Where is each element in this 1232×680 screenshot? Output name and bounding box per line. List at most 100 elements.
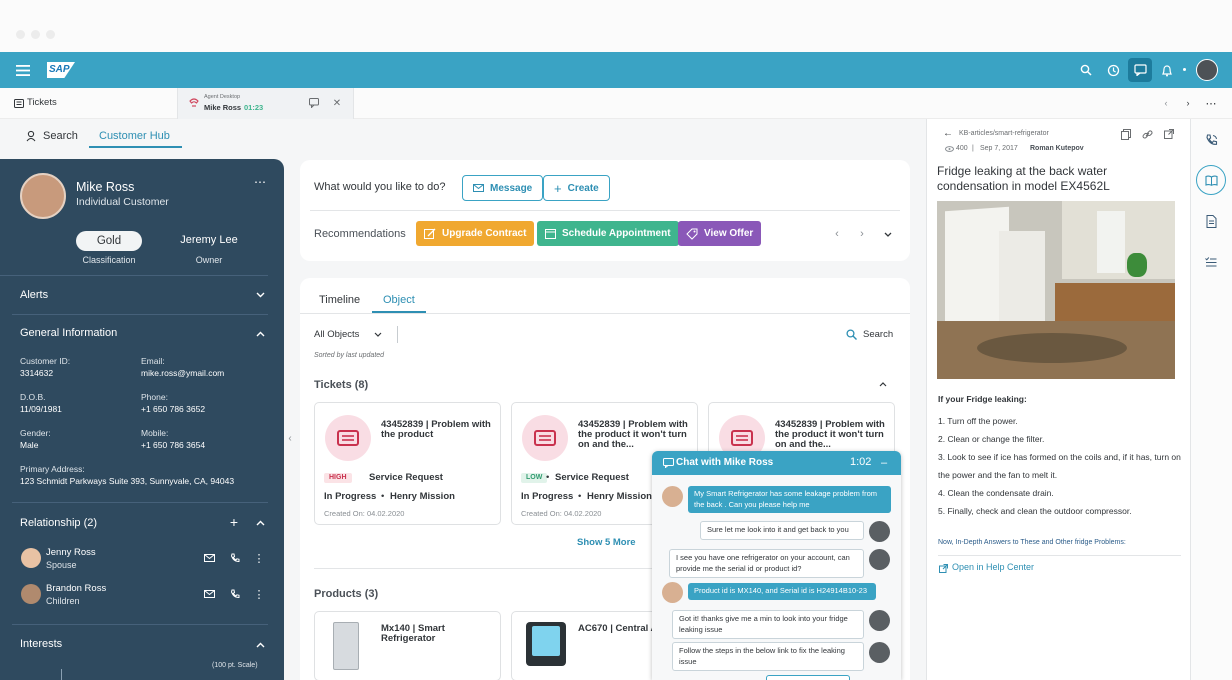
general-info-section-header[interactable]: General Information xyxy=(0,315,268,351)
kb-article-panel: ← KB-articles/smart-refrigerator 400 | S… xyxy=(926,119,1190,680)
upgrade-contract-button[interactable]: Upgrade Contract xyxy=(416,221,535,246)
link-preview[interactable] xyxy=(766,675,850,680)
kb-image-cabinet xyxy=(1055,283,1175,323)
email-value[interactable]: mike.ross@ymail.com xyxy=(141,368,224,378)
product-title: AC670 | Central A... Conditioner Cabi... xyxy=(578,624,658,634)
dob-label: D.O.B. xyxy=(20,392,46,402)
chevron-left-icon[interactable]: ‹ xyxy=(1160,97,1172,109)
customer-id-value: 3314632 xyxy=(20,368,54,378)
chevron-down-icon[interactable] xyxy=(882,229,894,239)
ticket-icon xyxy=(522,415,568,461)
document-icon[interactable] xyxy=(1196,206,1226,236)
chat-icon[interactable] xyxy=(308,97,320,109)
chevron-down-icon xyxy=(254,289,266,301)
minimize-icon[interactable]: – xyxy=(879,457,889,469)
tab-object[interactable]: Object xyxy=(383,294,415,306)
avatar xyxy=(21,548,41,568)
email-icon[interactable] xyxy=(203,553,215,563)
chevron-right-icon[interactable]: › xyxy=(857,228,867,240)
user-avatar[interactable] xyxy=(1196,59,1218,81)
interests-section-header[interactable]: Interests xyxy=(0,625,268,661)
chevron-down-icon[interactable] xyxy=(373,331,383,338)
knowledge-base-icon[interactable] xyxy=(1196,165,1226,195)
phone-icon[interactable] xyxy=(229,588,241,600)
overflow-icon[interactable]: ⋮ xyxy=(254,588,265,601)
priority-badge: LOW xyxy=(521,473,548,483)
open-help-center-link[interactable]: Open in Help Center xyxy=(952,562,1034,572)
message-button[interactable]: Message xyxy=(462,175,544,201)
tab-call-timer: 01:23 xyxy=(244,103,264,112)
search-nav-item[interactable]: Search xyxy=(43,130,78,142)
kb-breadcrumb[interactable]: KB-articles/smart-refrigerator xyxy=(959,130,1049,137)
sap-logo-text: SAP xyxy=(49,64,70,75)
relationship-section-header[interactable]: Relationship (2) + xyxy=(0,503,268,539)
product-title: Mx140 | Smart Refrigerator xyxy=(381,623,445,644)
filter-select[interactable]: All Objects xyxy=(314,329,359,340)
chevron-left-icon[interactable]: ‹ xyxy=(832,228,842,240)
notification-bell-icon[interactable] xyxy=(1159,62,1175,78)
show-more-link[interactable]: Show 5 More xyxy=(577,537,636,548)
product-card[interactable]: Mx140 | Smart Refrigerator xyxy=(314,611,501,680)
chat-title: Chat with Mike Ross xyxy=(676,457,774,468)
more-options-icon[interactable]: ⋯ xyxy=(253,175,267,189)
more-icon[interactable]: ⋯ xyxy=(1204,97,1218,110)
customer-hub-nav-item[interactable]: Customer Hub xyxy=(99,130,170,142)
collapse-panel-icon[interactable]: ‹ xyxy=(285,430,295,446)
create-button[interactable]: + Create xyxy=(543,175,610,201)
email-label: Email: xyxy=(141,356,165,366)
customer-avatar xyxy=(662,582,683,603)
phone-value[interactable]: +1 650 786 3652 xyxy=(141,404,205,414)
search-link[interactable]: Search xyxy=(863,329,893,340)
alerts-section-header[interactable]: Alerts xyxy=(0,275,268,315)
window-controls[interactable] xyxy=(16,26,61,44)
add-icon[interactable]: + xyxy=(228,514,240,530)
tab-tickets[interactable]: Tickets xyxy=(27,97,57,108)
mobile-value[interactable]: +1 650 786 3654 xyxy=(141,440,205,450)
chevron-up-icon xyxy=(254,328,266,340)
view-offer-button[interactable]: View Offer xyxy=(678,221,762,246)
relation-row[interactable]: Brandon Ross Children ⋮ xyxy=(0,579,268,613)
copy-icon[interactable] xyxy=(1120,128,1132,140)
tab-active-customer: Mike Ross xyxy=(204,103,242,112)
chevron-right-icon[interactable]: › xyxy=(1182,97,1194,109)
kb-more-answers[interactable]: Now, In-Depth Answers to These and Other… xyxy=(938,539,1126,546)
ticket-status: In Progress xyxy=(521,491,574,502)
chat-message: Follow the steps in the below link to fi… xyxy=(672,642,864,671)
overflow-icon[interactable]: ⋮ xyxy=(254,552,265,565)
checklist-icon[interactable] xyxy=(1196,247,1226,277)
address-label: Primary Address: xyxy=(20,464,85,474)
menu-icon[interactable] xyxy=(14,62,32,78)
recommendations-label: Recommendations xyxy=(314,228,406,240)
agent-avatar xyxy=(869,521,890,542)
chat-icon[interactable] xyxy=(1128,58,1152,82)
bullet: • xyxy=(578,491,582,502)
phone-call-icon[interactable] xyxy=(1196,125,1226,155)
search-icon[interactable] xyxy=(845,328,857,340)
history-icon[interactable] xyxy=(1105,62,1121,78)
kb-image-window-pane xyxy=(1097,211,1125,273)
ticket-card[interactable]: 43452839 | Problem with the product HIGH… xyxy=(314,402,501,525)
tab-agent-desktop[interactable]: Agent Desktop Mike Ross 01:23 ✕ xyxy=(177,88,354,119)
ticket-type: Service Request xyxy=(555,472,629,483)
phone-icon[interactable] xyxy=(229,552,241,564)
back-arrow-icon[interactable]: ← xyxy=(943,128,953,139)
separator-dot xyxy=(1183,68,1186,71)
scale-note: (100 pt. Scale) xyxy=(212,662,258,669)
kb-step: 5. Finally, check and clean the outdoor … xyxy=(938,506,1132,516)
relation-row[interactable]: Jenny Ross Spouse ⋮ xyxy=(0,543,268,577)
open-external-icon xyxy=(938,563,948,573)
schedule-appointment-button[interactable]: Schedule Appointment xyxy=(537,221,679,246)
close-icon[interactable]: ✕ xyxy=(331,97,343,109)
link-icon[interactable] xyxy=(1141,128,1153,140)
chevron-up-icon xyxy=(254,517,266,529)
alerts-title: Alerts xyxy=(20,289,49,301)
tag-icon xyxy=(686,228,698,240)
kb-views: 400 xyxy=(956,145,968,152)
bullet: • xyxy=(381,491,385,502)
email-icon[interactable] xyxy=(203,589,215,599)
search-icon[interactable] xyxy=(1078,62,1094,78)
tab-timeline[interactable]: Timeline xyxy=(319,294,360,306)
meta-separator: | xyxy=(972,145,974,152)
chevron-up-icon[interactable] xyxy=(878,381,888,388)
open-external-icon[interactable] xyxy=(1163,128,1175,140)
